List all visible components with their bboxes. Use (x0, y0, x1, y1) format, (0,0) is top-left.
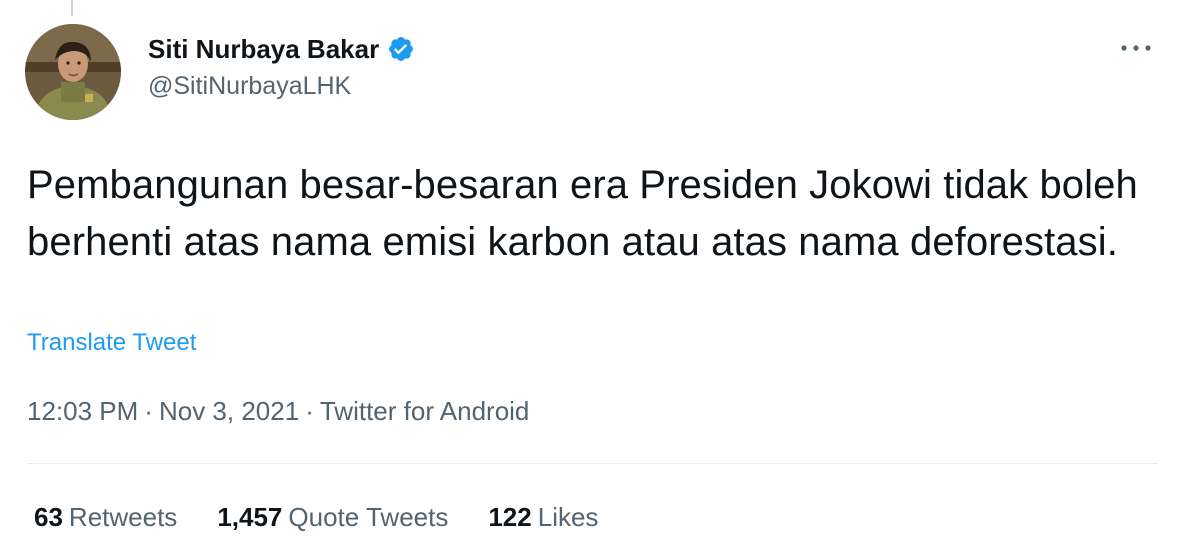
tweet-author[interactable]: Siti Nurbaya Bakar @SitiNurbayaLHK (148, 33, 415, 101)
meta-separator: · (144, 396, 153, 426)
thread-connector-line (71, 0, 73, 16)
meta-separator: · (305, 396, 314, 426)
tweet-stats: 63 Retweets 1,457 Quote Tweets 122 Likes (34, 500, 598, 534)
tweet-date[interactable]: Nov 3, 2021 (159, 396, 299, 426)
likes-label: Likes (537, 502, 599, 532)
tweet-source[interactable]: Twitter for Android (320, 396, 530, 426)
quote-tweets-stat[interactable]: 1,457 Quote Tweets (217, 500, 448, 534)
more-options-button[interactable] (1116, 34, 1156, 62)
quote-tweets-count: 1,457 (217, 502, 283, 532)
author-handle[interactable]: @SitiNurbayaLHK (148, 71, 415, 101)
profile-photo-icon (25, 24, 121, 120)
author-display-name[interactable]: Siti Nurbaya Bakar (148, 33, 379, 65)
retweets-stat[interactable]: 63 Retweets (34, 500, 177, 534)
quote-tweets-label: Quote Tweets (288, 502, 449, 532)
verified-badge-icon (387, 35, 415, 63)
divider (27, 463, 1158, 464)
likes-count: 122 (488, 502, 532, 532)
more-icon (1121, 45, 1151, 51)
author-name-row: Siti Nurbaya Bakar (148, 33, 415, 65)
avatar[interactable] (25, 24, 121, 120)
tweet-time[interactable]: 12:03 PM (27, 396, 138, 426)
translate-tweet-link[interactable]: Translate Tweet (27, 328, 196, 358)
retweets-label: Retweets (68, 502, 178, 532)
likes-stat[interactable]: 122 Likes (488, 500, 598, 534)
retweets-count: 63 (34, 502, 63, 532)
tweet-text: Pembangunan besar-besaran era Presiden J… (27, 163, 1138, 264)
tweet-metadata: 12:03 PM · Nov 3, 2021 · Twitter for Android (27, 394, 529, 428)
